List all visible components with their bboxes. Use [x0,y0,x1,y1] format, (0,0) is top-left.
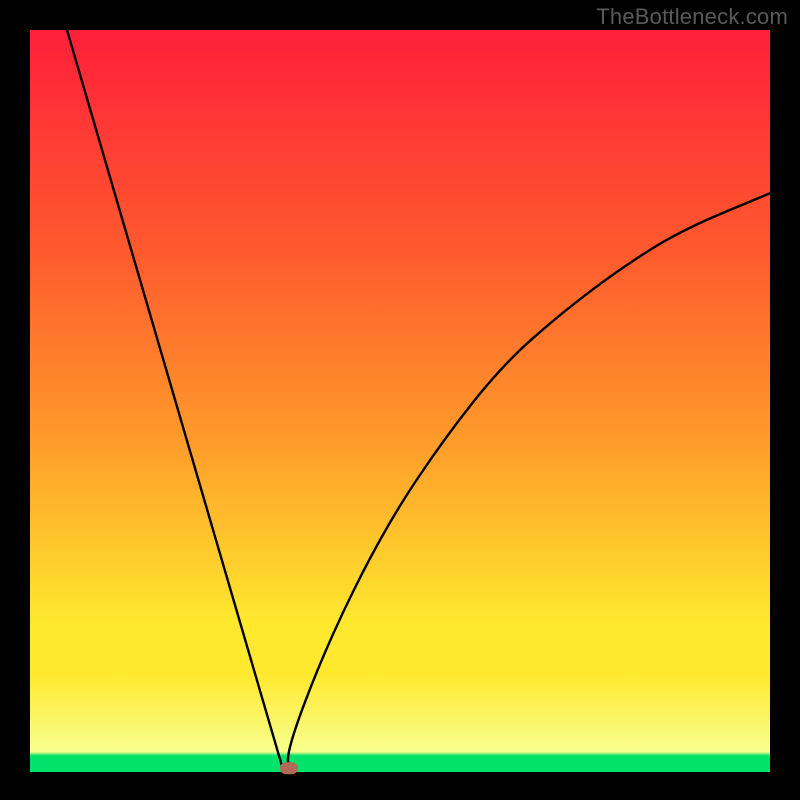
bottleneck-plot [0,0,800,800]
chart-container: TheBottleneck.com [0,0,800,800]
watermark-text: TheBottleneck.com [596,4,788,30]
optimum-marker [280,762,298,774]
plot-background [30,30,770,772]
